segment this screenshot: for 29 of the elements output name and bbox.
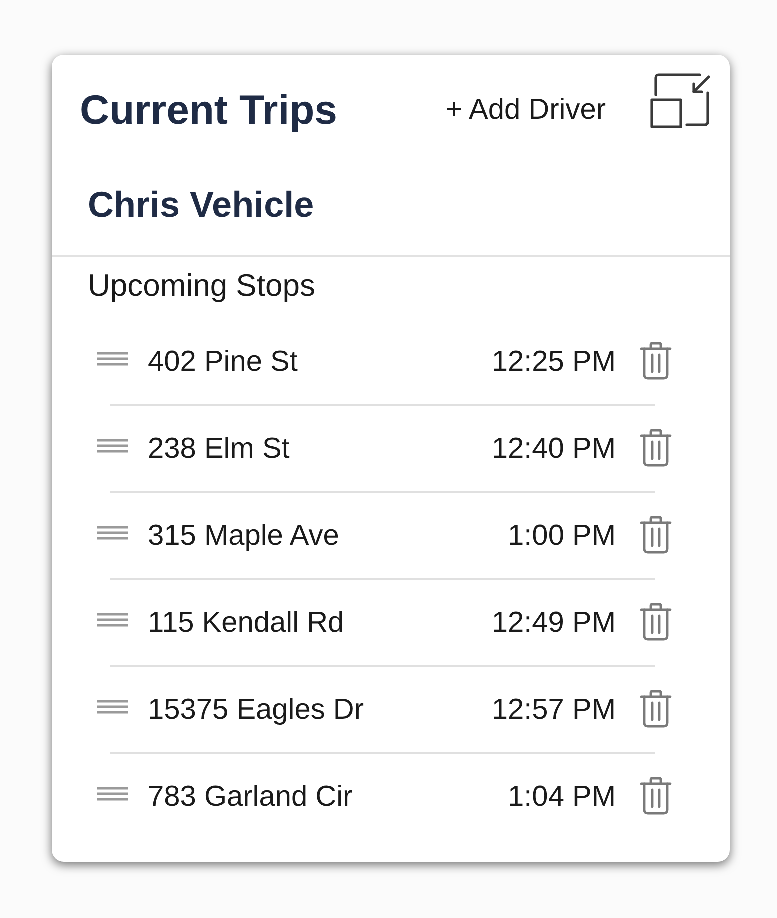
trash-icon[interactable] xyxy=(640,690,672,728)
stop-address: 315 Maple Ave xyxy=(148,518,340,554)
vehicle-name: Chris Vehicle xyxy=(88,183,314,227)
add-driver-button[interactable]: + Add Driver xyxy=(446,85,606,135)
trash-icon[interactable] xyxy=(640,776,672,814)
trash-icon[interactable] xyxy=(640,516,672,554)
stop-address: 402 Pine St xyxy=(148,344,298,380)
stop-time: 1:00 PM xyxy=(508,518,616,554)
stop-address: 15375 Eagles Dr xyxy=(148,692,364,728)
drag-handle-icon[interactable] xyxy=(97,438,128,452)
stop-address: 238 Elm St xyxy=(148,432,290,466)
stop-time: 12:40 PM xyxy=(492,432,616,466)
trash-icon[interactable] xyxy=(640,602,672,640)
stop-address: 783 Garland Cir xyxy=(148,780,353,814)
resize-icon[interactable] xyxy=(650,73,712,129)
drag-handle-icon[interactable] xyxy=(97,526,128,540)
drag-handle-icon[interactable] xyxy=(97,612,128,626)
stop-address: 115 Kendall Rd xyxy=(148,606,344,640)
drag-handle-icon[interactable] xyxy=(97,700,128,714)
trash-icon[interactable] xyxy=(640,428,672,466)
section-heading: Upcoming Stops xyxy=(88,267,316,305)
drag-handle-icon[interactable] xyxy=(97,786,128,800)
stop-time: 12:49 PM xyxy=(492,606,616,640)
stop-time: 12:57 PM xyxy=(492,692,616,728)
stop-time: 12:25 PM xyxy=(492,344,616,380)
trash-icon[interactable] xyxy=(640,342,672,380)
drag-handle-icon[interactable] xyxy=(97,352,128,366)
panel-title: Current Trips xyxy=(80,86,338,135)
stop-time: 1:04 PM xyxy=(508,780,616,814)
